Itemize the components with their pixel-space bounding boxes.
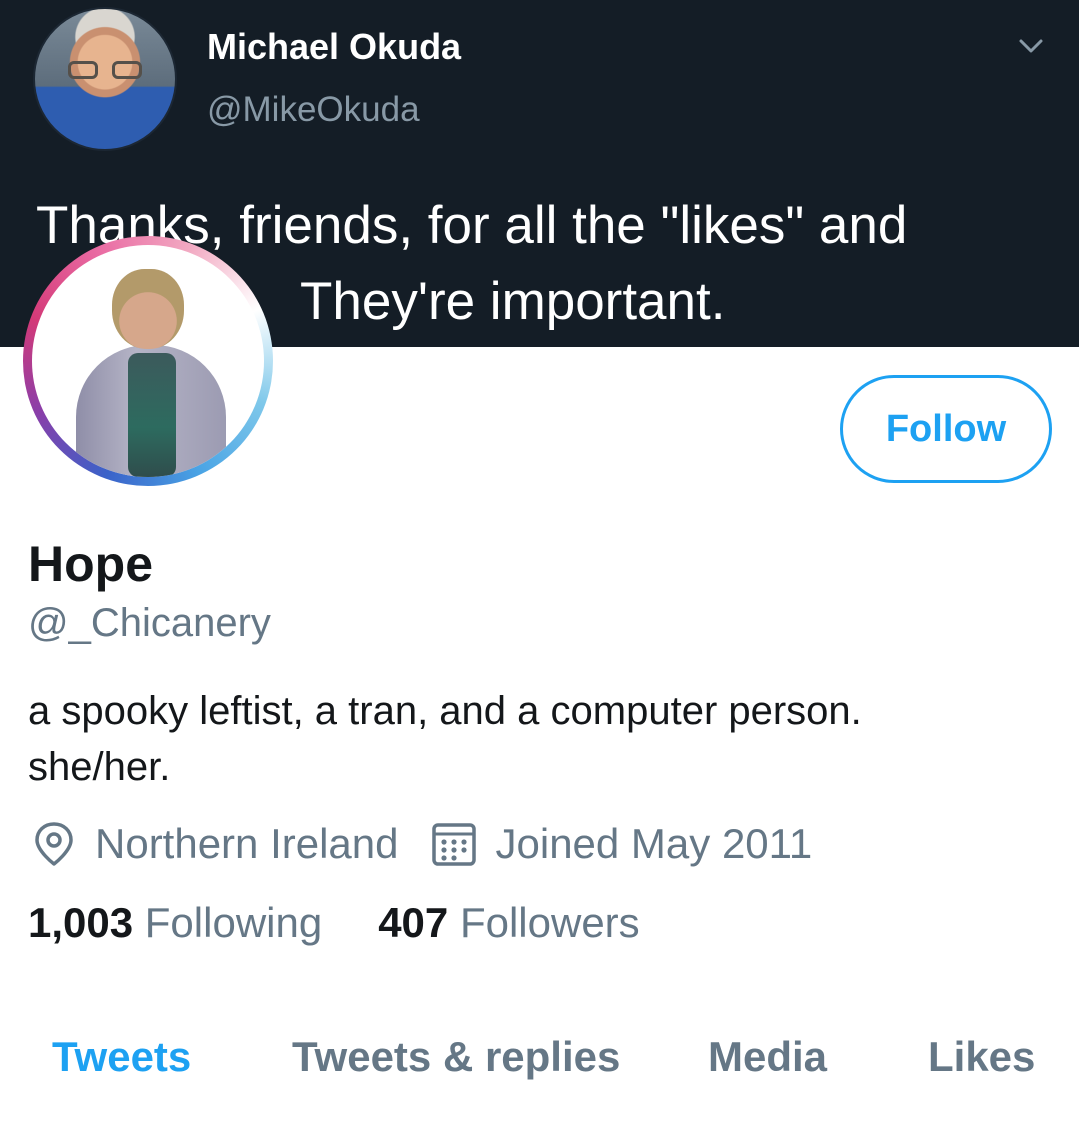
profile-display-name: Hope: [28, 536, 153, 592]
chevron-down-icon[interactable]: [1015, 30, 1047, 62]
profile-meta: Northern Ireland Joined May 2011: [30, 816, 812, 872]
quoted-author-avatar[interactable]: [33, 7, 177, 151]
tab-likes[interactable]: Likes: [928, 1033, 1035, 1081]
profile-location: Northern Ireland: [95, 820, 399, 867]
profile-bio: a spooky leftist, a tran, and a computer…: [28, 689, 862, 789]
profile-joined-date: Joined May 2011: [495, 820, 813, 867]
profile-tabs: Tweets Tweets & replies Media Likes: [0, 1033, 1079, 1103]
calendar-icon: [431, 823, 476, 866]
profile-avatar[interactable]: [23, 236, 273, 486]
quoted-author-name[interactable]: Michael Okuda: [207, 26, 461, 68]
following-stat[interactable]: 1,003 Following: [28, 899, 322, 947]
quoted-author-handle[interactable]: @MikeOkuda: [207, 90, 420, 130]
profile-handle: @_Chicanery: [28, 601, 271, 645]
avatar-image: [32, 245, 264, 477]
tab-tweets-and-replies[interactable]: Tweets & replies: [292, 1033, 620, 1081]
following-count: 1,003: [28, 899, 134, 946]
following-label: Following: [144, 899, 323, 946]
followers-label: Followers: [459, 899, 640, 946]
followers-count: 407: [378, 899, 449, 946]
profile-stats: 1,003 Following 407 Followers: [28, 899, 640, 947]
follow-button[interactable]: Follow: [840, 375, 1052, 483]
followers-stat[interactable]: 407 Followers: [378, 899, 639, 947]
tab-tweets[interactable]: Tweets: [52, 1033, 191, 1081]
tab-media[interactable]: Media: [708, 1033, 827, 1081]
location-pin-icon: [35, 822, 73, 866]
